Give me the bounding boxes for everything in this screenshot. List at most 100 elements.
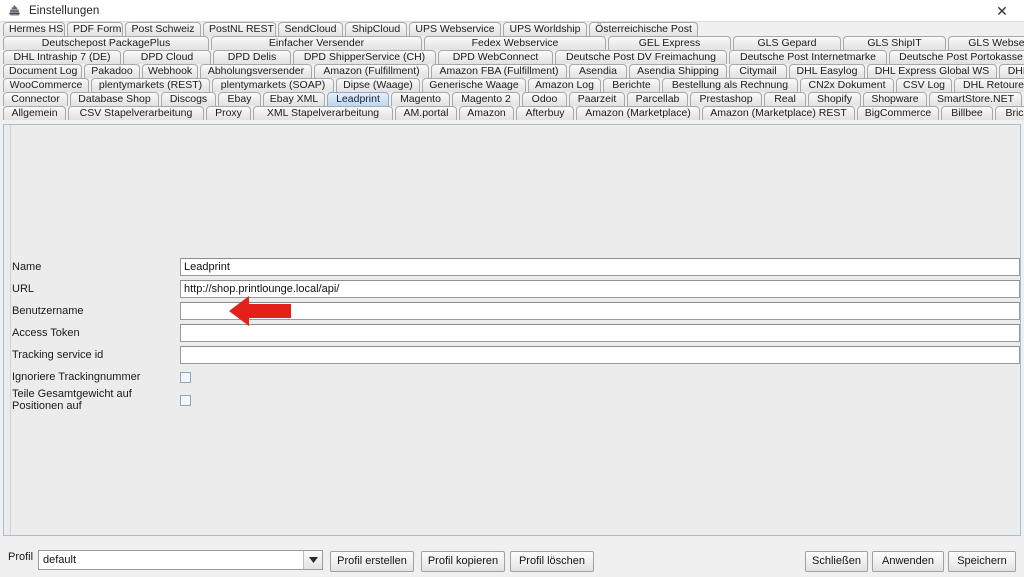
tab-dpd-cloud[interactable]: DPD Cloud [123, 50, 211, 64]
tab-asendia[interactable]: Asendia [569, 64, 627, 78]
input-tracking-service-id[interactable] [180, 346, 1020, 364]
input-access-token[interactable] [180, 324, 1020, 342]
tab-billbee[interactable]: Billbee [941, 106, 993, 120]
tab-row-1: Hermes HSI PDF Form Post Schweiz PostNL RES… [0, 22, 1024, 36]
tab-dpd-delis[interactable]: DPD Delis [213, 50, 291, 64]
checkbox-ignoriere-trackingnummer[interactable] [180, 371, 191, 383]
tab-amazon-marketplace-rest[interactable]: Amazon (Marketplace) REST [702, 106, 855, 120]
tab-post-schweiz[interactable]: Post Schweiz [125, 22, 201, 36]
tab-amazon-marketplace[interactable]: Amazon (Marketplace) [576, 106, 700, 120]
window-title: Einstellungen [29, 4, 100, 17]
tab-real[interactable]: Real [764, 92, 806, 106]
tab-bestellung-als-rechnung[interactable]: Bestellung als Rechnung [662, 78, 798, 92]
settings-window: Einstellungen ✕ Hermes HSI PDF Form Post S… [0, 0, 1024, 577]
tab-pdf-form[interactable]: PDF Form [67, 22, 123, 36]
tab-parcellab[interactable]: Parcellab [627, 92, 688, 106]
tab-gls-gepard[interactable]: GLS Gepard [733, 36, 841, 50]
tab-csv-log[interactable]: CSV Log [896, 78, 952, 92]
tab-deutsche-post-dv-freimachung[interactable]: Deutsche Post DV Freimachung [555, 50, 727, 64]
settings-app-icon [7, 4, 21, 18]
tab-webhook[interactable]: Webhook [142, 64, 198, 78]
tab-österreichische-post[interactable]: Österreichische Post [589, 22, 698, 36]
button-schliessen[interactable]: Schließen [805, 551, 868, 572]
tab-generische-waage[interactable]: Generische Waage [422, 78, 526, 92]
tab-connector[interactable]: Connector [3, 92, 68, 106]
tab-database-shop[interactable]: Database Shop [70, 92, 159, 106]
tab-dhl-easylog[interactable]: DHL Easylog [789, 64, 865, 78]
tab-dhl-geschäftskundenversand[interactable]: DHL Geschäftskundenversand [999, 64, 1024, 78]
input-name[interactable] [180, 258, 1020, 276]
tab-plentymarkets-rest[interactable]: plentymarkets (REST) [91, 78, 210, 92]
tab-postnl-rest[interactable]: PostNL REST [203, 22, 276, 36]
tab-afterbuy[interactable]: Afterbuy [516, 106, 574, 120]
tab-pakadoo[interactable]: Pakadoo [84, 64, 140, 78]
tab-shopware[interactable]: Shopware [863, 92, 927, 106]
input-benutzername[interactable] [180, 302, 1020, 320]
tab-amazon-fba-fulfillment[interactable]: Amazon FBA (Fulfillment) [431, 64, 567, 78]
profil-select-value: default [43, 554, 77, 566]
button-profil-erstellen[interactable]: Profil erstellen [330, 551, 414, 572]
tab-magento-2[interactable]: Magento 2 [452, 92, 520, 106]
tab-dipse-waage[interactable]: Dipse (Waage) [336, 78, 420, 92]
tab-amportal[interactable]: AM.portal [395, 106, 457, 120]
checkbox-teile-gesamtgewicht-auf-positionen-auf[interactable] [180, 394, 191, 406]
tab-citymail[interactable]: Citymail [729, 64, 787, 78]
tab-shipcloud[interactable]: ShipCloud [345, 22, 407, 36]
tab-amazon-log[interactable]: Amazon Log [528, 78, 601, 92]
tab-einfacher-versender[interactable]: Einfacher Versender [211, 36, 422, 50]
tab-allgemein[interactable]: Allgemein [3, 106, 66, 120]
tab-dhl-retoure[interactable]: DHL Retoure [954, 78, 1024, 92]
tab-ups-webservice[interactable]: UPS Webservice [409, 22, 501, 36]
tab-amazon-fulfillment[interactable]: Amazon (Fulfillment) [314, 64, 429, 78]
tab-ebay-xml[interactable]: Ebay XML [263, 92, 325, 106]
settings-tab-strip[interactable]: Hermes HSI PDF Form Post Schweiz PostNL RES… [0, 22, 1024, 120]
tab-document-log[interactable]: Document Log [3, 64, 82, 78]
button-profil-kopieren[interactable]: Profil kopieren [421, 551, 505, 572]
tab-dhl-express-global-ws[interactable]: DHL Express Global WS [867, 64, 997, 78]
tab-dpd-shipperservice-ch[interactable]: DPD ShipperService (CH) [293, 50, 436, 64]
tab-asendia-shipping[interactable]: Asendia Shipping [629, 64, 727, 78]
tab-amazon[interactable]: Amazon [459, 106, 514, 120]
tab-cn2x-dokument[interactable]: CN2x Dokument [800, 78, 894, 92]
tab-gls-webservice[interactable]: GLS Webservice [948, 36, 1024, 50]
tab-xml-stapelverarbeitung[interactable]: XML Stapelverarbeitung [253, 106, 393, 120]
form-row-1: URL [10, 279, 1020, 299]
tab-dhl-intraship-7-de[interactable]: DHL Intraship 7 (DE) [3, 50, 121, 64]
button-anwenden[interactable]: Anwenden [872, 551, 944, 572]
tab-fedex-webservice[interactable]: Fedex Webservice [424, 36, 606, 50]
tab-smartstorenet[interactable]: SmartStore.NET [929, 92, 1022, 106]
tab-csv-stapelverarbeitung[interactable]: CSV Stapelverarbeitung [68, 106, 204, 120]
tab-woocommerce[interactable]: WooCommerce [3, 78, 89, 92]
tab-abholungsversender[interactable]: Abholungsversender [200, 64, 312, 78]
tab-dpd-webconnect[interactable]: DPD WebConnect [438, 50, 553, 64]
tab-berichte[interactable]: Berichte [603, 78, 660, 92]
tab-prestashop[interactable]: Prestashop [690, 92, 762, 106]
tab-proxy[interactable]: Proxy [206, 106, 251, 120]
tab-hermes-hsi[interactable]: Hermes HSI [3, 22, 65, 36]
tab-gel-express[interactable]: GEL Express [608, 36, 731, 50]
tab-discogs[interactable]: Discogs [161, 92, 216, 106]
tab-row-3: DHL Intraship 7 (DE) DPD Cloud DPD Delis DP… [0, 50, 1024, 64]
tab-deutsche-post-portokasse[interactable]: Deutsche Post Portokasse [889, 50, 1024, 64]
profil-select[interactable]: default [38, 550, 323, 570]
tab-deutsche-post-internetmarke[interactable]: Deutsche Post Internetmarke [729, 50, 887, 64]
tab-bricklink[interactable]: Bricklink [995, 106, 1024, 120]
button-profil-loschen[interactable]: Profil löschen [510, 551, 594, 572]
form-row-3: Access Token [10, 323, 1020, 343]
input-url[interactable] [180, 280, 1020, 298]
tab-shopify[interactable]: Shopify [808, 92, 861, 106]
tab-leadprint[interactable]: Leadprint [327, 92, 389, 106]
tab-odoo[interactable]: Odoo [522, 92, 567, 106]
chevron-down-icon[interactable] [303, 551, 322, 569]
tab-magento[interactable]: Magento [391, 92, 450, 106]
tab-ups-worldship[interactable]: UPS Worldship [503, 22, 587, 36]
tab-ebay[interactable]: Ebay [218, 92, 261, 106]
button-speichern[interactable]: Speichern [948, 551, 1016, 572]
close-icon[interactable]: ✕ [980, 0, 1024, 22]
tab-gls-shipit[interactable]: GLS ShipIT [843, 36, 946, 50]
tab-paarzeit[interactable]: Paarzeit [569, 92, 625, 106]
tab-sendcloud[interactable]: SendCloud [278, 22, 343, 36]
tab-bigcommerce[interactable]: BigCommerce [857, 106, 939, 120]
tab-plentymarkets-soap[interactable]: plentymarkets (SOAP) [212, 78, 334, 92]
tab-deutschepost-packageplus[interactable]: Deutschepost PackagePlus [3, 36, 209, 50]
